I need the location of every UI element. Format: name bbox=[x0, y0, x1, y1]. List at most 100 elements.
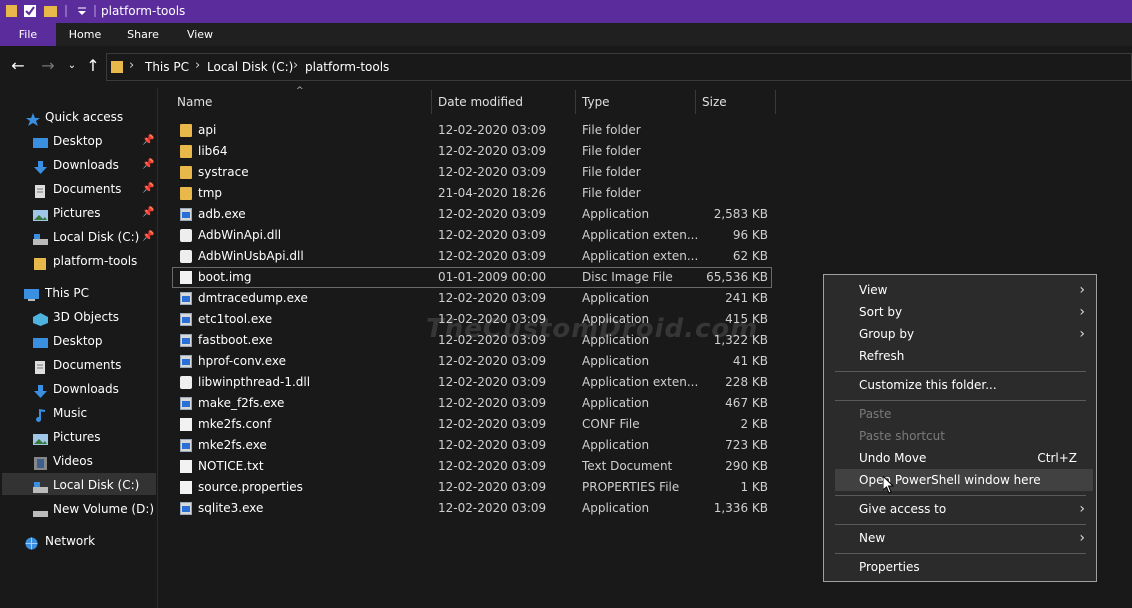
menu-label: Properties bbox=[859, 560, 920, 574]
menu-item-undo-move[interactable]: Undo Move Ctrl+Z bbox=[835, 447, 1093, 469]
file-date: 12-02-2020 03:09 bbox=[438, 459, 547, 473]
address-bar[interactable]: › This PC › Local Disk (C:) › platform-t… bbox=[106, 53, 1132, 81]
file-row[interactable]: hprof-conv.exe 12-02-2020 03:09 Applicatio… bbox=[172, 351, 772, 372]
menu-item-sort-by[interactable]: Sort by › bbox=[835, 301, 1093, 323]
menu-label: Undo Move bbox=[859, 451, 927, 465]
file-row[interactable]: systrace 12-02-2020 03:09 File folder bbox=[172, 162, 772, 183]
menu-item-open-powershell[interactable]: Open PowerShell window here bbox=[835, 469, 1093, 491]
file-name: sqlite3.exe bbox=[198, 501, 264, 515]
menu-item-paste-shortcut[interactable]: Paste shortcut bbox=[835, 425, 1093, 447]
file-row[interactable]: make_f2fs.exe 12-02-2020 03:09 Application… bbox=[172, 393, 772, 414]
sidebar-label: This PC bbox=[45, 286, 89, 300]
file-name: AdbWinUsbApi.dll bbox=[198, 249, 304, 263]
file-name: adb.exe bbox=[198, 207, 246, 221]
application-icon bbox=[180, 292, 192, 305]
menu-item-properties[interactable]: Properties bbox=[835, 556, 1093, 578]
application-icon bbox=[180, 334, 192, 347]
menu-item-customize-folder[interactable]: Customize this folder... bbox=[835, 374, 1093, 396]
file-row[interactable]: boot.img 01-01-2009 00:00 Disc Image File 6… bbox=[172, 267, 772, 288]
file-row[interactable]: adb.exe 12-02-2020 03:09 Application 2,583 … bbox=[172, 204, 772, 225]
file-date: 21-04-2020 18:26 bbox=[438, 186, 547, 200]
up-arrow-icon[interactable]: ↑ bbox=[83, 56, 103, 76]
file-row[interactable]: tmp 21-04-2020 18:26 File folder bbox=[172, 183, 772, 204]
file-type: Application bbox=[582, 396, 650, 410]
sidebar-item-downloads[interactable]: Downloads 📌 bbox=[33, 153, 158, 177]
breadcrumb-chevron-icon[interactable]: › bbox=[195, 58, 200, 73]
column-divider[interactable] bbox=[575, 90, 576, 114]
file-type: Application exten... bbox=[582, 228, 699, 242]
file-name: dmtracedump.exe bbox=[198, 291, 308, 305]
chevron-right-icon: › bbox=[1079, 304, 1085, 320]
sidebar-item-platform-tools[interactable]: platform-tools bbox=[33, 249, 158, 273]
column-header-size[interactable]: Size bbox=[702, 88, 727, 116]
drive-icon bbox=[33, 478, 48, 493]
sidebar-item-documents[interactable]: Documents 📌 bbox=[33, 177, 158, 201]
menu-item-give-access[interactable]: Give access to › bbox=[835, 498, 1093, 520]
navigation-pane: Quick access Desktop 📌 Downloads 📌 Docum… bbox=[0, 88, 158, 608]
sort-ascending-icon: ^ bbox=[296, 86, 304, 96]
back-arrow-icon[interactable]: ← bbox=[8, 56, 28, 76]
documents-icon bbox=[33, 358, 48, 374]
application-icon bbox=[180, 439, 192, 452]
sidebar-item-pictures[interactable]: Pictures 📌 bbox=[33, 201, 158, 225]
menu-item-new[interactable]: New › bbox=[835, 527, 1093, 549]
file-row[interactable]: mke2fs.exe 12-02-2020 03:09 Application 723… bbox=[172, 435, 772, 456]
file-date: 12-02-2020 03:09 bbox=[438, 249, 547, 263]
column-divider[interactable] bbox=[775, 90, 776, 114]
new-folder-icon[interactable] bbox=[44, 4, 58, 18]
file-name: api bbox=[198, 123, 217, 137]
breadcrumb-chevron-icon[interactable]: › bbox=[293, 58, 298, 73]
tab-file[interactable]: File bbox=[0, 23, 56, 46]
breadcrumb-platform-tools[interactable]: platform-tools bbox=[305, 60, 389, 74]
folder-icon bbox=[6, 4, 20, 18]
breadcrumb-chevron-icon[interactable]: › bbox=[129, 58, 134, 73]
sidebar-item-desktop[interactable]: Desktop 📌 bbox=[33, 129, 158, 153]
file-row[interactable]: libwinpthread-1.dll 12-02-2020 03:09 Appli… bbox=[172, 372, 772, 393]
customize-quick-access-icon[interactable] bbox=[76, 4, 90, 18]
file-row[interactable]: source.properties 12-02-2020 03:09 PROPERT… bbox=[172, 477, 772, 498]
menu-item-view[interactable]: View › bbox=[835, 279, 1093, 301]
column-header-name[interactable]: Name bbox=[177, 88, 212, 116]
file-row[interactable]: mke2fs.conf 12-02-2020 03:09 CONF File 2 KB bbox=[172, 414, 772, 435]
file-row[interactable]: NOTICE.txt 12-02-2020 03:09 Text Document 2… bbox=[172, 456, 772, 477]
file-type: Application exten... bbox=[582, 249, 699, 263]
menu-item-group-by[interactable]: Group by › bbox=[835, 323, 1093, 345]
tab-home[interactable]: Home bbox=[56, 23, 114, 46]
file-row[interactable]: AdbWinApi.dll 12-02-2020 03:09 Application… bbox=[172, 225, 772, 246]
file-row[interactable]: api 12-02-2020 03:09 File folder bbox=[172, 120, 772, 141]
column-divider[interactable] bbox=[695, 90, 696, 114]
file-size: 467 KB bbox=[725, 396, 768, 410]
breadcrumb-local-disk[interactable]: Local Disk (C:) bbox=[207, 60, 293, 74]
recent-locations-chevron-icon[interactable]: ⌄ bbox=[62, 56, 82, 76]
file-name: AdbWinApi.dll bbox=[198, 228, 282, 242]
sidebar-item-local-disk[interactable]: Local Disk (C:) 📌 bbox=[33, 225, 158, 249]
breadcrumb-this-pc[interactable]: This PC bbox=[145, 60, 189, 74]
file-row[interactable]: dmtracedump.exe 12-02-2020 03:09 Applicati… bbox=[172, 288, 772, 309]
file-icon bbox=[180, 418, 192, 431]
tab-view[interactable]: View bbox=[172, 23, 228, 46]
file-row[interactable]: sqlite3.exe 12-02-2020 03:09 Application 1,… bbox=[172, 498, 772, 519]
text-file-icon bbox=[180, 460, 192, 473]
file-row[interactable]: lib64 12-02-2020 03:09 File folder bbox=[172, 141, 772, 162]
sidebar-label: Downloads bbox=[53, 158, 119, 172]
column-divider[interactable] bbox=[431, 90, 432, 114]
file-name: mke2fs.exe bbox=[198, 438, 267, 452]
dll-gear-icon bbox=[180, 250, 192, 263]
drive-icon bbox=[33, 230, 48, 245]
sidebar-label: Pictures bbox=[53, 206, 101, 220]
file-row[interactable]: AdbWinUsbApi.dll 12-02-2020 03:09 Applicat… bbox=[172, 246, 772, 267]
menu-label: Group by bbox=[859, 327, 915, 341]
file-date: 12-02-2020 03:09 bbox=[438, 480, 547, 494]
file-date: 12-02-2020 03:09 bbox=[438, 228, 547, 242]
column-header-date[interactable]: Date modified bbox=[438, 88, 523, 116]
file-date: 12-02-2020 03:09 bbox=[438, 291, 547, 305]
properties-icon[interactable] bbox=[23, 4, 37, 18]
forward-arrow-icon[interactable]: → bbox=[38, 56, 58, 76]
column-header-type[interactable]: Type bbox=[582, 88, 610, 116]
tab-share[interactable]: Share bbox=[114, 23, 172, 46]
menu-item-paste[interactable]: Paste bbox=[835, 403, 1093, 425]
file-date: 12-02-2020 03:09 bbox=[438, 438, 547, 452]
desktop-icon bbox=[33, 134, 48, 148]
menu-item-refresh[interactable]: Refresh bbox=[835, 345, 1093, 367]
star-icon bbox=[26, 110, 41, 126]
